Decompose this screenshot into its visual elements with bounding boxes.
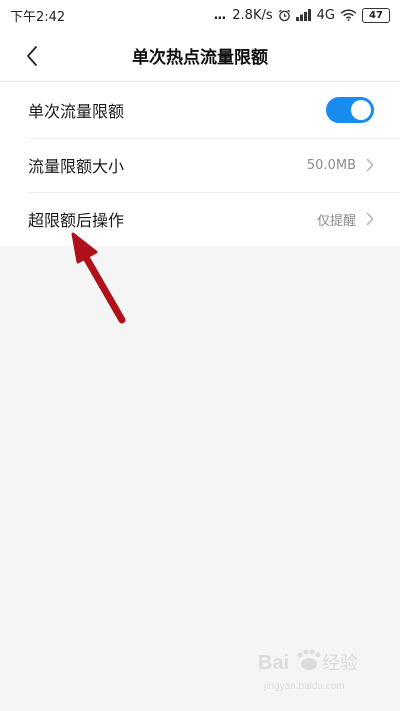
status-left: 下午2:42: [10, 6, 65, 25]
wifi-icon: [340, 9, 357, 21]
page-title: 单次热点流量限额: [132, 48, 268, 68]
svg-text:Bai: Bai: [258, 652, 289, 674]
limit-size-right: 50.0MB: [307, 158, 374, 173]
settings-list: 单次流量限额 流量限额大小 50.0MB 超限额后操作 仅提醒: [0, 82, 400, 246]
back-button[interactable]: [18, 42, 46, 70]
chevron-right-icon: [366, 212, 374, 226]
single-limit-toggle[interactable]: [326, 97, 374, 123]
status-right: ... 2.8K/s 4G 47: [213, 7, 390, 23]
svg-text:经验: 经验: [322, 653, 358, 674]
chevron-right-icon: [366, 158, 374, 172]
network-speed: 2.8K/s: [232, 7, 273, 23]
title-bar: 单次热点流量限额: [0, 30, 400, 82]
notification-dots: ...: [213, 7, 226, 23]
status-bar: 下午2:42 ... 2.8K/s 4G 47: [0, 0, 400, 30]
battery-indicator: 47: [362, 7, 390, 23]
status-time: 下午2:42: [10, 9, 66, 25]
toggle-knob: [351, 100, 371, 120]
single-limit-label: 单次流量限额: [28, 102, 125, 121]
signal-icon: [295, 9, 312, 21]
over-limit-action-row[interactable]: 超限额后操作 仅提醒: [0, 192, 400, 246]
network-type: 4G: [316, 7, 335, 23]
baidu-watermark-logo: Bai 经验 jingyan.baidu.com: [258, 649, 358, 692]
limit-size-label: 流量限额大小: [28, 157, 125, 176]
over-limit-action-value: 仅提醒: [316, 213, 356, 229]
over-limit-action-right: 仅提醒: [317, 210, 374, 229]
limit-size-row[interactable]: 流量限额大小 50.0MB: [0, 138, 400, 192]
svg-text:jingyan.baidu.com: jingyan.baidu.com: [263, 681, 345, 692]
back-arrow-icon: [27, 46, 37, 66]
screen: 下午2:42 ... 2.8K/s 4G 47 单次热点流量限额 单次流量限额 …: [0, 0, 400, 711]
single-limit-row[interactable]: 单次流量限额: [0, 82, 400, 138]
alarm-icon: [278, 9, 291, 22]
over-limit-action-label: 超限额后操作: [28, 211, 125, 230]
limit-size-value: 50.0MB: [306, 157, 356, 173]
